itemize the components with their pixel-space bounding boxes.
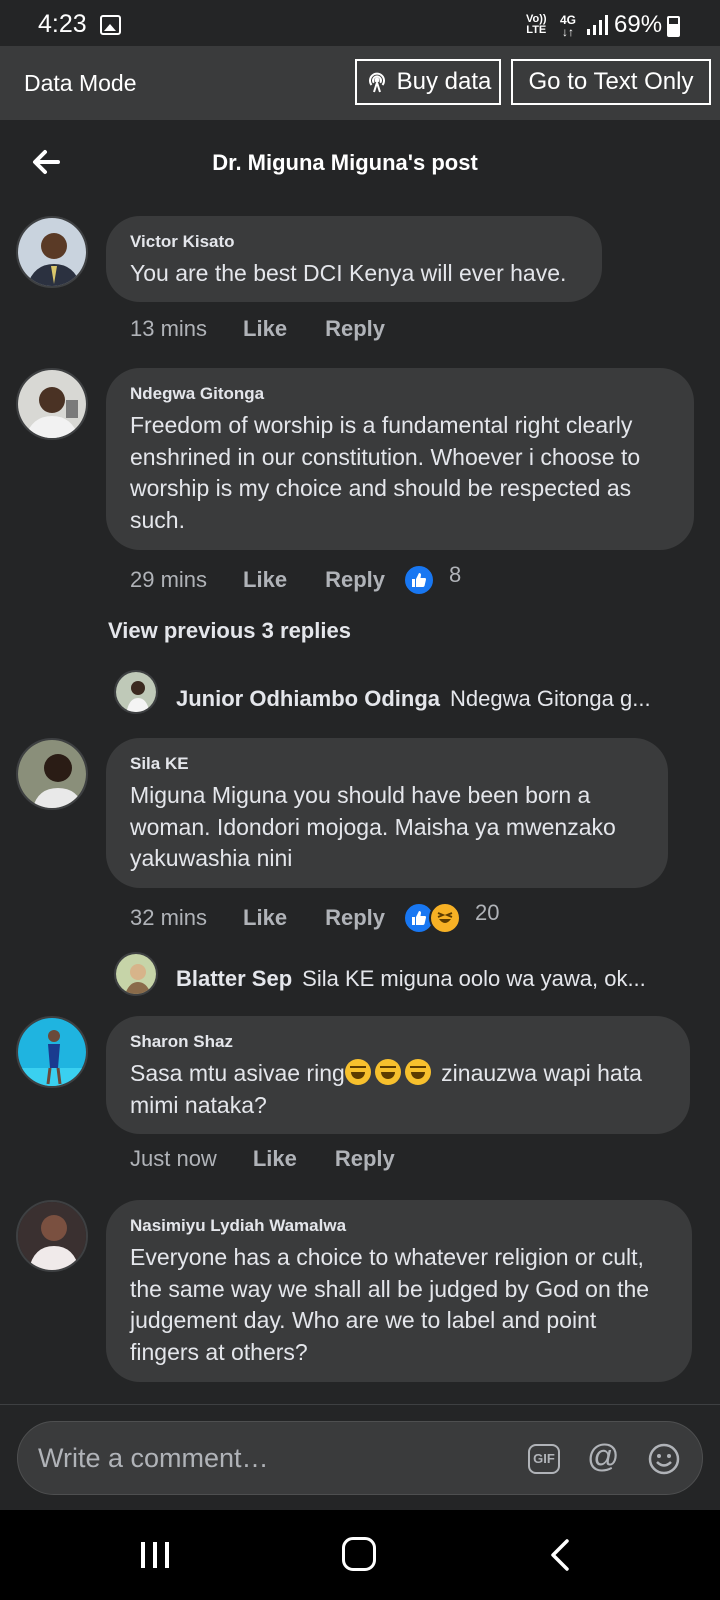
comment-text: Sasa mtu asivae ring zinauzwa wapi hata … (130, 1058, 666, 1121)
back-icon[interactable] (548, 1538, 572, 1572)
comment-author[interactable]: Sharon Shaz (130, 1032, 666, 1052)
text-only-label: Go to Text Only (528, 68, 694, 95)
reaction-count: 8 (449, 562, 462, 587)
comment-author[interactable]: Nasimiyu Lydiah Wamalwa (130, 1216, 668, 1236)
gif-icon[interactable]: GIF (528, 1444, 560, 1474)
comment-time: Just now (130, 1146, 217, 1171)
thumbs-up-icon (403, 564, 435, 596)
tears-of-joy-emoji-icon (344, 1059, 371, 1085)
reply-button[interactable]: Reply (325, 905, 385, 931)
comment-author[interactable]: Victor Kisato (130, 232, 578, 252)
battery-icon (667, 16, 680, 37)
reply-preview[interactable]: Blatter Sep Sila KE miguna oolo wa yawa, … (176, 966, 646, 992)
network-4g-icon: 4G ↓↑ (560, 13, 577, 39)
tears-of-joy-emoji-icon (404, 1059, 431, 1085)
home-icon[interactable] (342, 1537, 376, 1571)
comment-bubble[interactable]: Sila KE Miguna Miguna you should have be… (106, 738, 668, 888)
avatar[interactable] (114, 670, 158, 714)
volte-icon: Vo)) LTE (526, 13, 547, 36)
comment-actions: Just now Like Reply (130, 1146, 433, 1172)
status-bar: 4:23 Vo)) LTE 4G ↓↑ 69% (0, 0, 720, 46)
comment-actions: 13 mins Like Reply (130, 316, 423, 342)
comment-placeholder: Write a comment… (38, 1443, 269, 1473)
reaction-summary[interactable]: 8 (403, 562, 462, 596)
comment-actions: 32 mins Like Reply 20 (130, 900, 500, 934)
reply-button[interactable]: Reply (335, 1146, 395, 1172)
tears-of-joy-emoji-icon (374, 1059, 401, 1085)
avatar[interactable] (114, 952, 158, 996)
battery-percent: 69% (614, 11, 663, 38)
avatar[interactable] (16, 1016, 88, 1088)
page-title: Dr. Miguna Miguna's post (212, 150, 478, 175)
avatar[interactable] (16, 216, 88, 288)
comment-bubble[interactable]: Sharon Shaz Sasa mtu asivae ring zinauzw… (106, 1016, 690, 1134)
comment-time: 29 mins (130, 567, 208, 592)
emoji-icon[interactable] (648, 1443, 680, 1475)
comment-text: Everyone has a choice to whatever religi… (130, 1244, 650, 1365)
comment-time: 32 mins (130, 905, 208, 930)
comment-bubble[interactable]: Victor Kisato You are the best DCI Kenya… (106, 216, 602, 302)
comment-text: Miguna Miguna you should have been born … (130, 782, 616, 871)
reply-author[interactable]: Blatter Sep (176, 966, 292, 991)
reply-button[interactable]: Reply (325, 316, 385, 342)
comment-bubble[interactable]: Ndegwa Gitonga Freedom of worship is a f… (106, 368, 694, 550)
recent-apps-icon[interactable] (141, 1542, 171, 1568)
reply-snippet: Sila KE miguna oolo wa yawa, ok... (302, 966, 646, 991)
signal-icon (587, 15, 609, 35)
reply-snippet: Ndegwa Gitonga g... (450, 686, 651, 711)
avatar[interactable] (16, 1200, 88, 1272)
post-header: Dr. Miguna Miguna's post (0, 120, 720, 210)
reaction-count: 20 (475, 900, 500, 925)
laughing-emoji-icon (429, 902, 461, 934)
mention-icon[interactable]: @ (587, 1438, 619, 1475)
like-button[interactable]: Like (243, 316, 287, 342)
comment-text-part: Sasa mtu asivae ring (130, 1060, 345, 1086)
reply-button[interactable]: Reply (325, 567, 385, 593)
data-mode-label: Data Mode (24, 70, 137, 96)
avatar[interactable] (16, 738, 88, 810)
broadcast-icon (368, 72, 385, 93)
text-only-button[interactable]: Go to Text Only (511, 59, 711, 105)
gallery-notification-icon (100, 15, 121, 35)
like-button[interactable]: Like (243, 567, 287, 593)
comment-bubble[interactable]: Nasimiyu Lydiah Wamalwa Everyone has a c… (106, 1200, 692, 1382)
buy-data-button[interactable]: Buy data (355, 59, 501, 105)
buy-data-label: Buy data (396, 68, 492, 95)
like-button[interactable]: Like (243, 905, 287, 931)
comment-author[interactable]: Sila KE (130, 754, 644, 774)
comment-input[interactable]: Write a comment… GIF @ (17, 1421, 703, 1495)
comment-author[interactable]: Ndegwa Gitonga (130, 384, 670, 404)
comment-time: 13 mins (130, 316, 208, 341)
data-mode-bar: Data Mode Buy data Go to Text Only (0, 46, 720, 120)
like-button[interactable]: Like (253, 1146, 297, 1172)
status-time: 4:23 (38, 10, 87, 38)
reaction-summary[interactable]: 20 (403, 900, 500, 934)
view-previous-replies-link[interactable]: View previous 3 replies (108, 618, 351, 644)
system-nav-bar (0, 1510, 720, 1600)
comment-composer-bar: Write a comment… GIF @ (0, 1404, 720, 1510)
comment-actions: 29 mins Like Reply 8 (130, 562, 462, 596)
avatar[interactable] (16, 368, 88, 440)
reply-preview[interactable]: Junior Odhiambo Odinga Ndegwa Gitonga g..… (176, 686, 651, 712)
comment-text: You are the best DCI Kenya will ever hav… (130, 260, 567, 286)
reply-author[interactable]: Junior Odhiambo Odinga (176, 686, 440, 711)
comment-text: Freedom of worship is a fundamental righ… (130, 412, 641, 533)
